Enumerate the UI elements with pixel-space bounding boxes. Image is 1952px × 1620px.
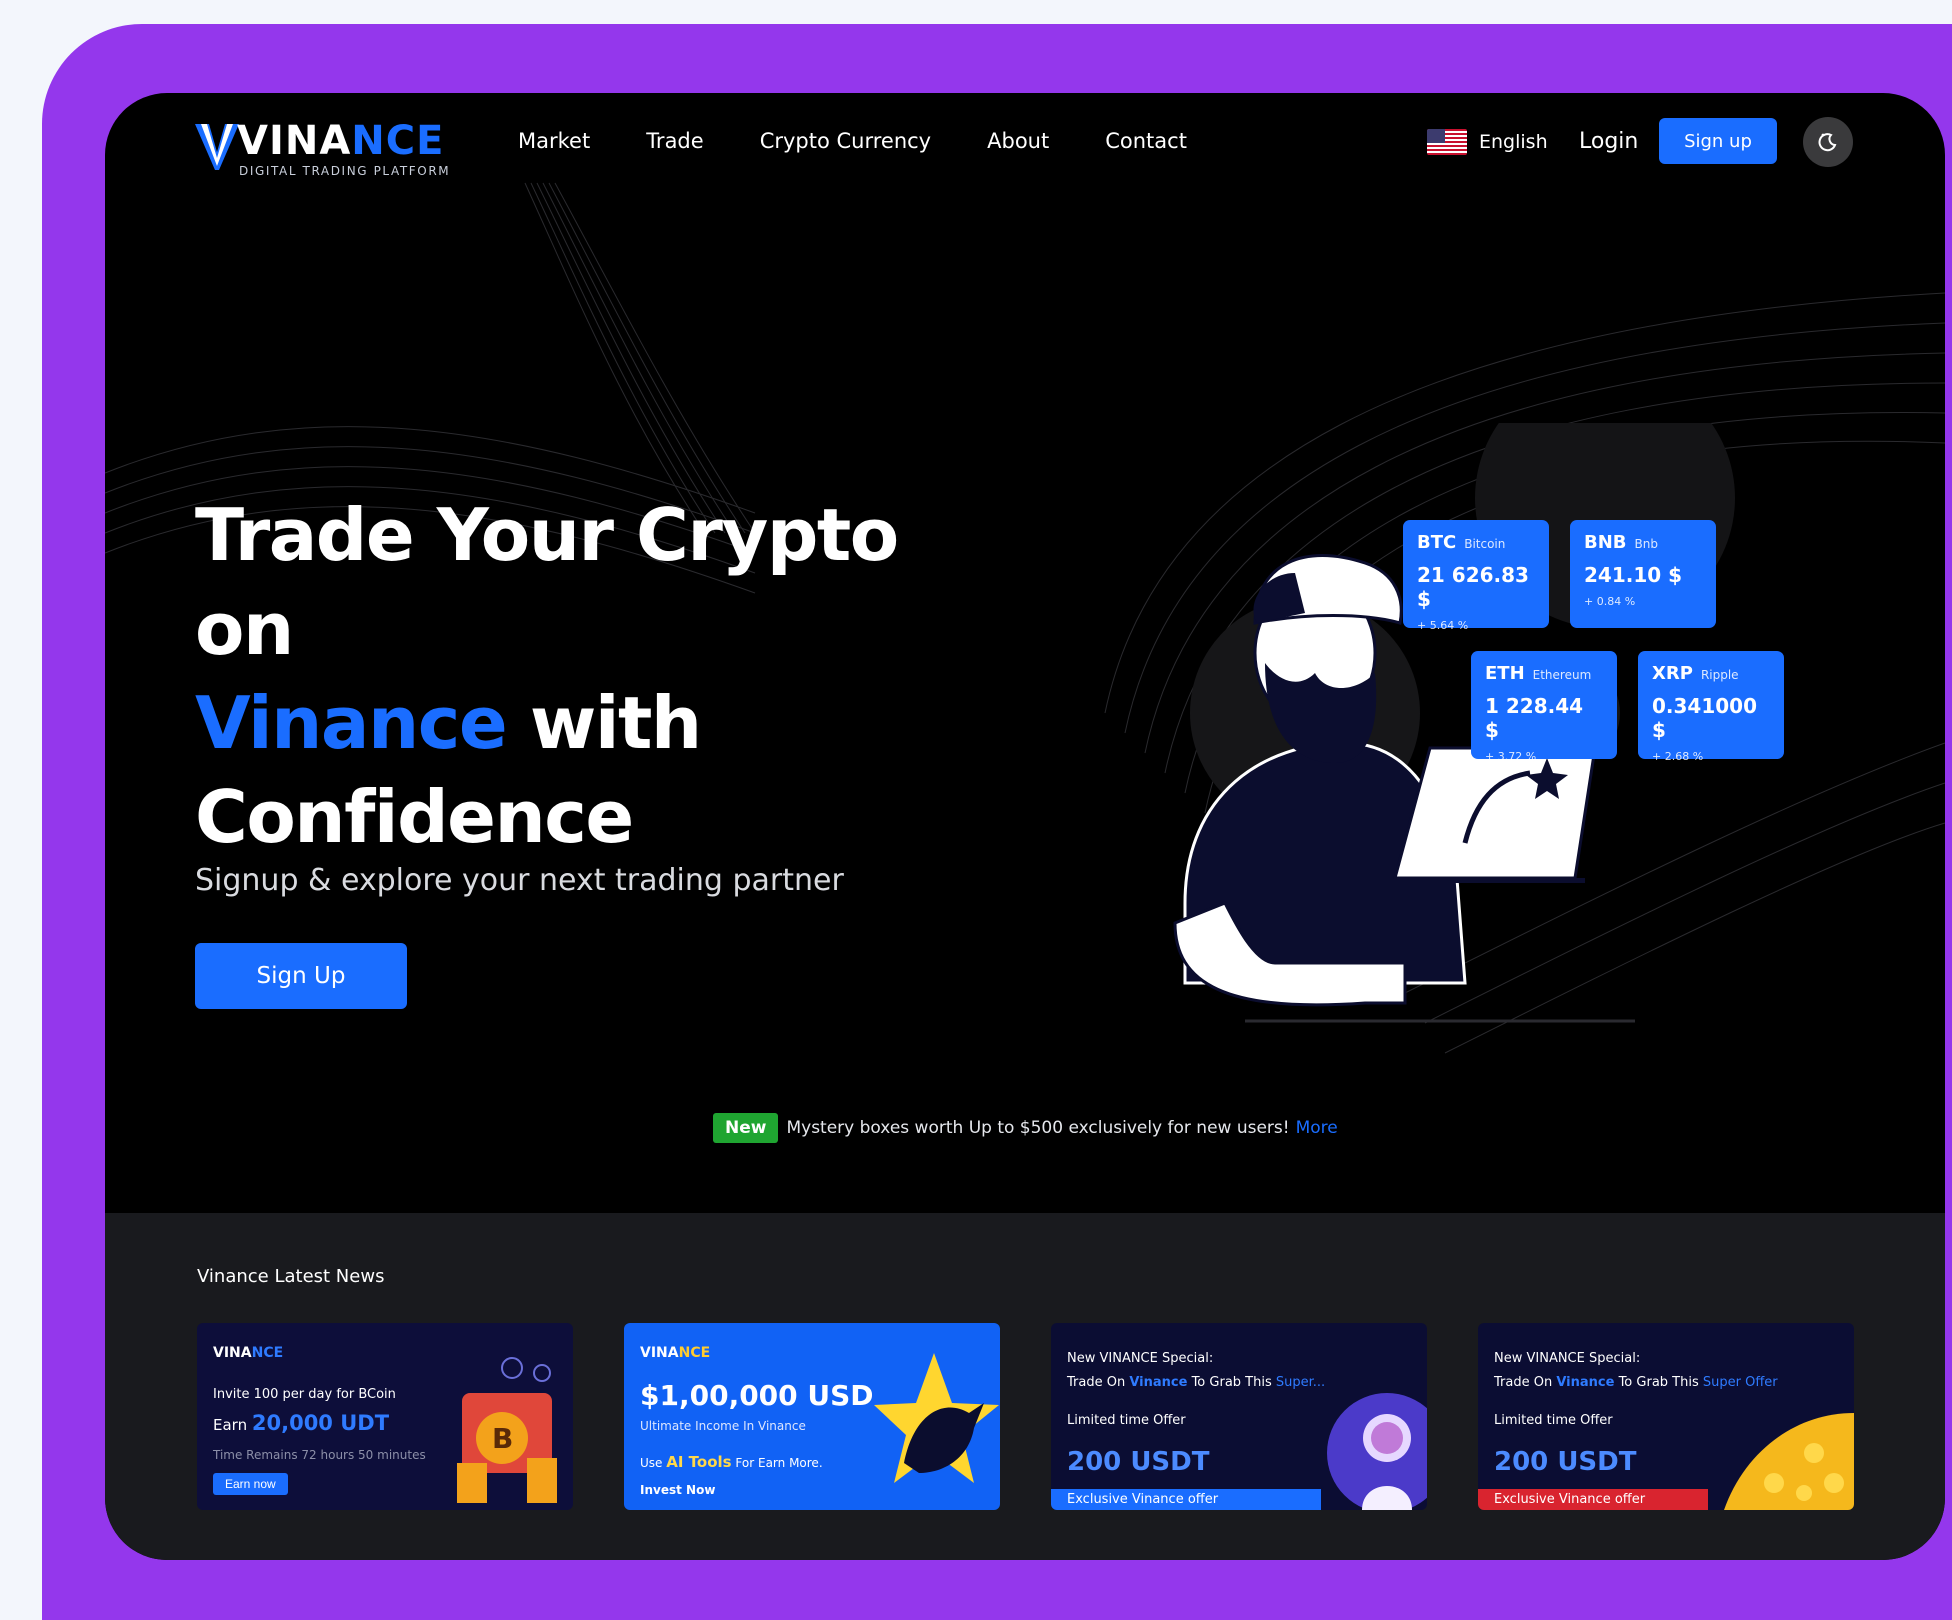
browser-screen: VINANCE DIGITAL TRADING PLATFORM Market …: [105, 93, 1945, 1560]
news-section-title: Vinance Latest News: [197, 1266, 385, 1287]
nav-link-trade[interactable]: Trade: [646, 129, 704, 153]
ticker-card-eth[interactable]: ETH Ethereum 1 228.44 $ + 3.72 %: [1471, 651, 1617, 763]
nav-link-crypto-currency[interactable]: Crypto Currency: [760, 129, 931, 153]
news-card[interactable]: New VINANCE Special: Trade On Vinance To…: [1051, 1323, 1427, 1510]
bull-icon: [874, 1353, 999, 1483]
nav-link-contact[interactable]: Contact: [1105, 129, 1187, 153]
news-card[interactable]: New VINANCE Special: Trade On Vinance To…: [1478, 1323, 1854, 1510]
brand-logo[interactable]: VINANCE DIGITAL TRADING PLATFORM: [195, 118, 465, 178]
news-card[interactable]: VINANCE Invite 100 per day for BCoin Ear…: [197, 1323, 573, 1510]
ticker-card-btc[interactable]: BTC Bitcoin 21 626.83 $ + 5.64 %: [1403, 520, 1549, 632]
theme-toggle-button[interactable]: [1803, 117, 1853, 167]
news-card[interactable]: VINANCE $1,00,000 USD Ultimate Income In…: [624, 1323, 1000, 1510]
moon-icon: [1818, 133, 1837, 152]
brand-name: VINANCE: [237, 118, 445, 164]
hero-title: Trade Your Crypto on Vinance with Confid…: [195, 493, 899, 859]
promo-more-link[interactable]: More: [1296, 1118, 1338, 1138]
ticker-card-bnb[interactable]: BNB Bnb 241.10 $ + 0.84 %: [1570, 520, 1716, 628]
hero-signup-button[interactable]: Sign Up: [195, 943, 407, 1009]
nav-link-about[interactable]: About: [987, 129, 1049, 153]
hero-title-highlight: Vinance: [195, 681, 508, 765]
card-logo: VINANCE: [640, 1345, 711, 1361]
top-navbar: VINANCE DIGITAL TRADING PLATFORM Market …: [105, 93, 1945, 203]
promo-text: Mystery boxes worth Up to $500 exclusive…: [786, 1118, 1290, 1138]
nav-link-market[interactable]: Market: [518, 129, 590, 153]
latest-news-section: Vinance Latest News VINANCE Invite 100 p…: [105, 1213, 1945, 1560]
logo-v-icon: [195, 124, 239, 170]
svg-text:B: B: [492, 1422, 513, 1455]
gold-coins-icon: [1724, 1413, 1854, 1510]
hero-illustration: BTC Bitcoin 21 626.83 $ + 5.64 % BNB Bnb 2…: [1165, 423, 1784, 1043]
promo-banner: New Mystery boxes worth Up to $500 exclu…: [713, 1113, 1338, 1143]
us-flag-icon: [1427, 129, 1467, 155]
nav-links: Market Trade Crypto Currency About Conta…: [518, 129, 1243, 153]
login-link[interactable]: Login: [1579, 129, 1638, 154]
card-logo: VINANCE: [213, 1345, 284, 1361]
ticker-card-xrp[interactable]: XRP Ripple 0.341000 $ + 2.68 %: [1638, 651, 1784, 763]
brand-tagline: DIGITAL TRADING PLATFORM: [239, 164, 451, 178]
bitcoin-wallet-icon: B: [457, 1357, 557, 1503]
signup-button[interactable]: Sign up: [1659, 118, 1777, 164]
language-selector[interactable]: English: [1427, 129, 1548, 155]
new-badge: New: [713, 1113, 779, 1143]
earn-now-button[interactable]: Earn now: [213, 1473, 288, 1495]
hero-subtitle: Signup & explore your next trading partn…: [195, 863, 844, 898]
language-label: English: [1479, 131, 1548, 153]
astronaut-icon: [1327, 1393, 1427, 1510]
